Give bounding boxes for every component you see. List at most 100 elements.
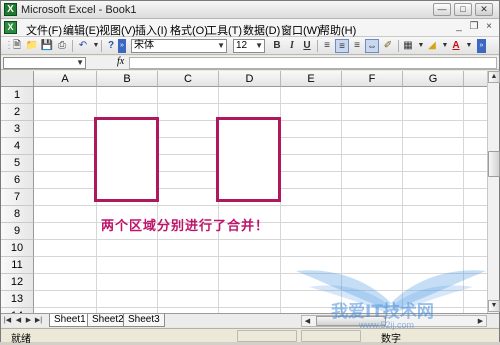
merge-center-icon[interactable]: ⇔ bbox=[365, 39, 379, 53]
column-header-e[interactable]: E bbox=[281, 71, 342, 87]
status-bar: 就绪 数字 bbox=[1, 328, 499, 345]
close-icon: ✕ bbox=[480, 4, 488, 14]
undo-icon[interactable]: ↶ bbox=[76, 39, 90, 53]
row-header-10[interactable]: 10 bbox=[1, 240, 34, 257]
horizontal-scroll-thumb[interactable] bbox=[316, 316, 386, 326]
menu-view[interactable]: 视图(V) bbox=[99, 22, 136, 38]
row-header-11[interactable]: 11 bbox=[1, 257, 34, 274]
toolbar-grip-icon[interactable]: ⋮ bbox=[4, 39, 14, 53]
row-header-8[interactable]: 8 bbox=[1, 206, 34, 223]
workbook-icon[interactable]: X bbox=[4, 21, 17, 34]
annotation-text: 两个区域分别进行了合并！ bbox=[101, 219, 270, 234]
borders-icon[interactable]: ▦ bbox=[401, 39, 415, 53]
row-header-4[interactable]: 4 bbox=[1, 138, 34, 155]
merged-cell-range-d[interactable] bbox=[216, 117, 281, 202]
column-header-a[interactable]: A bbox=[34, 71, 97, 87]
minimize-button[interactable]: — bbox=[433, 3, 451, 16]
menu-tools[interactable]: 工具(T) bbox=[206, 22, 242, 38]
excel-icon[interactable]: X bbox=[4, 3, 17, 16]
first-sheet-icon[interactable]: |◀ bbox=[3, 315, 12, 326]
chevron-down-icon: ▼ bbox=[217, 41, 225, 50]
worksheet-grid[interactable]: A B C D E F G 1 2 3 4 5 6 7 8 9 10 11 12… bbox=[1, 71, 487, 313]
column-header-g[interactable]: G bbox=[403, 71, 464, 87]
align-center-icon[interactable]: ≡ bbox=[335, 39, 349, 53]
formula-input[interactable] bbox=[129, 57, 497, 69]
italic-button[interactable]: I bbox=[285, 39, 299, 53]
print-icon[interactable]: ⎙ bbox=[55, 39, 69, 53]
vertical-scrollbar[interactable]: ▲ ▼ bbox=[487, 71, 500, 313]
row-header-9[interactable]: 9 bbox=[1, 223, 34, 240]
menu-edit[interactable]: 编辑(E) bbox=[63, 22, 100, 38]
column-header-f[interactable]: F bbox=[342, 71, 403, 87]
column-header-b[interactable]: B bbox=[97, 71, 158, 87]
title-bar: X Microsoft Excel - Book1 — □ ✕ bbox=[1, 1, 499, 19]
font-name-value: 宋体 bbox=[134, 40, 154, 51]
menu-format[interactable]: 格式(O) bbox=[170, 22, 208, 38]
fx-icon[interactable]: fx bbox=[117, 56, 124, 67]
status-panel bbox=[301, 330, 361, 342]
next-sheet-icon[interactable]: ▶ bbox=[24, 315, 33, 326]
scroll-right-icon[interactable]: ▶ bbox=[476, 316, 485, 327]
scroll-left-icon[interactable]: ◀ bbox=[303, 316, 312, 327]
menu-file[interactable]: 文件(F) bbox=[26, 22, 62, 38]
sheet-tab-sheet3[interactable]: Sheet3 bbox=[123, 314, 165, 327]
horizontal-scrollbar[interactable]: ◀ ▶ bbox=[301, 315, 487, 327]
row-header-12[interactable]: 12 bbox=[1, 274, 34, 291]
open-folder-icon[interactable]: 📁 bbox=[25, 39, 39, 53]
format-painter-icon[interactable]: ✐ bbox=[381, 39, 395, 53]
menu-window[interactable]: 窗口(W) bbox=[281, 22, 321, 38]
menu-data[interactable]: 数据(D) bbox=[243, 22, 280, 38]
font-color-dropdown-icon[interactable]: ▼ bbox=[462, 39, 476, 53]
row-header-6[interactable]: 6 bbox=[1, 172, 34, 189]
font-name-select[interactable]: 宋体 ▼ bbox=[131, 39, 227, 53]
new-file-icon[interactable]: 🗎 bbox=[10, 39, 24, 53]
bold-button[interactable]: B bbox=[270, 39, 284, 53]
column-header-d[interactable]: D bbox=[219, 71, 281, 87]
row-header-3[interactable]: 3 bbox=[1, 121, 34, 138]
toolbar-options-icon[interactable]: » bbox=[477, 39, 486, 53]
doc-restore-icon[interactable]: ❐ bbox=[467, 21, 481, 34]
save-icon[interactable]: 💾 bbox=[40, 39, 54, 53]
font-color-icon[interactable]: A bbox=[449, 39, 463, 53]
vertical-scroll-thumb[interactable] bbox=[488, 151, 500, 177]
underline-button[interactable]: U bbox=[300, 39, 314, 53]
last-sheet-icon[interactable]: ▶| bbox=[34, 315, 43, 326]
row-header-2[interactable]: 2 bbox=[1, 104, 34, 121]
font-size-value: 12 bbox=[236, 40, 248, 51]
toolbar-options-icon[interactable]: » bbox=[118, 39, 126, 53]
close-button[interactable]: ✕ bbox=[475, 3, 493, 16]
row-header-13[interactable]: 13 bbox=[1, 291, 34, 308]
align-left-icon[interactable]: ≡ bbox=[320, 39, 334, 53]
sheet-tab-sheet1[interactable]: Sheet1 bbox=[49, 314, 91, 327]
fill-color-icon[interactable]: ◢ bbox=[425, 39, 439, 53]
minimize-icon: — bbox=[437, 4, 447, 14]
toolbar-separator bbox=[398, 40, 399, 52]
status-panel bbox=[237, 330, 297, 342]
row-header-5[interactable]: 5 bbox=[1, 155, 34, 172]
column-header-h[interactable] bbox=[464, 71, 487, 87]
align-right-icon[interactable]: ≡ bbox=[350, 39, 364, 53]
prev-sheet-icon[interactable]: ◀ bbox=[14, 315, 23, 326]
gridline bbox=[34, 273, 487, 274]
row-header-7[interactable]: 7 bbox=[1, 189, 34, 206]
name-box[interactable]: ▼ bbox=[3, 57, 86, 69]
menu-help[interactable]: 帮助(H) bbox=[319, 22, 356, 38]
select-all-corner[interactable] bbox=[1, 71, 34, 87]
window-title: Microsoft Excel - Book1 bbox=[21, 4, 137, 16]
excel-window: X Microsoft Excel - Book1 — □ ✕ X 文件(F) … bbox=[0, 0, 500, 345]
scroll-down-icon[interactable]: ▼ bbox=[488, 300, 500, 312]
help-icon[interactable]: ? bbox=[104, 39, 118, 53]
row-header-1[interactable]: 1 bbox=[1, 87, 34, 104]
maximize-button[interactable]: □ bbox=[454, 3, 472, 16]
merged-cell-range-b[interactable] bbox=[94, 117, 159, 202]
column-header-c[interactable]: C bbox=[158, 71, 219, 87]
doc-close-icon[interactable]: × bbox=[482, 21, 496, 34]
scroll-up-icon[interactable]: ▲ bbox=[488, 71, 500, 83]
font-size-select[interactable]: 12 ▼ bbox=[233, 39, 265, 53]
gridline bbox=[34, 256, 487, 257]
gridline bbox=[34, 205, 487, 206]
menu-insert[interactable]: 插入(I) bbox=[135, 22, 167, 38]
doc-minimize-icon[interactable]: _ bbox=[452, 21, 466, 34]
chevron-down-icon: ▼ bbox=[255, 41, 263, 50]
gridline bbox=[34, 307, 487, 308]
